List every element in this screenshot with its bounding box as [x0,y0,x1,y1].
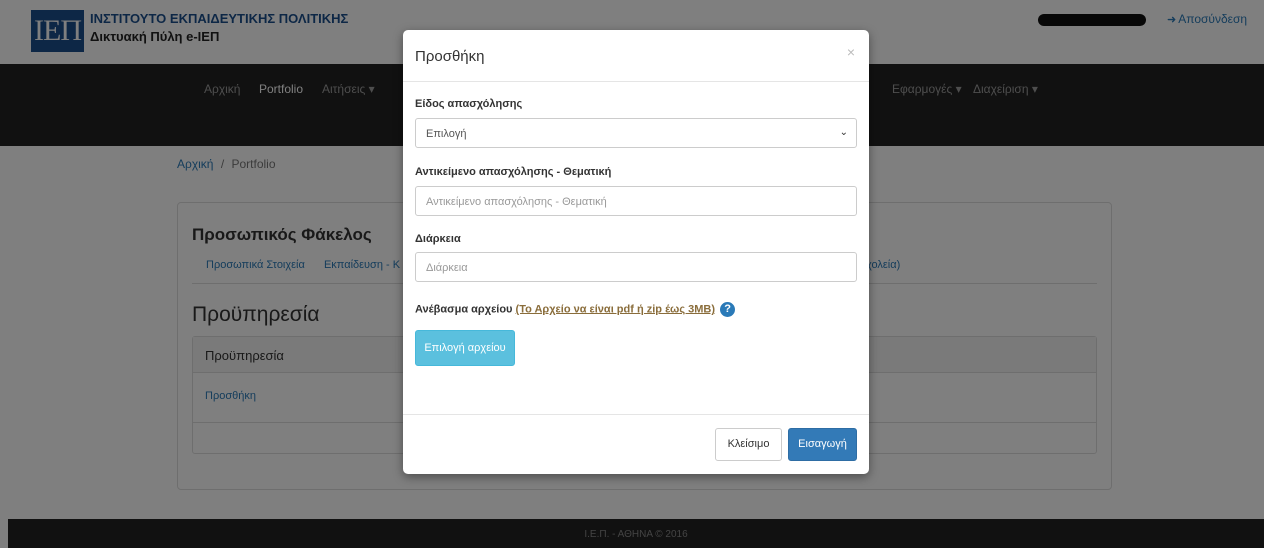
upload-label: Ανέβασμα αρχείου [415,303,513,316]
modal-header: Προσθήκη × [403,30,869,82]
question-circle-icon[interactable]: ? [720,302,736,317]
upload-label-row: Ανέβασμα αρχείου (Το Αρχείο να είναι pdf… [415,302,736,317]
duration-placeholder: Διάρκεια [426,262,468,274]
duration-input[interactable]: Διάρκεια [415,252,857,282]
submit-button[interactable]: Εισαγωγή [788,428,857,461]
modal-title: Προσθήκη [415,48,485,65]
chevron-down-icon: ⌄ [839,127,848,138]
employment-type-value: Επιλογή [426,128,467,140]
add-experience-modal: Προσθήκη × Είδος απασχόλησης Επιλογή ⌄ Α… [403,30,869,474]
modal-footer-divider [403,414,869,415]
choose-file-button[interactable]: Επιλογή αρχείου [415,330,515,366]
duration-label: Διάρκεια [415,233,461,245]
subject-label: Αντικείμενο απασχόλησης - Θεματική [415,166,612,178]
subject-input[interactable]: Αντικείμενο απασχόλησης - Θεματική [415,186,857,216]
subject-placeholder: Αντικείμενο απασχόλησης - Θεματική [426,196,607,208]
close-button[interactable]: Κλείσιμο [715,428,782,461]
upload-hint-link[interactable]: (Το Αρχείο να είναι pdf ή zip έως 3MB) [516,303,715,315]
employment-type-select[interactable]: Επιλογή ⌄ [415,118,857,148]
employment-type-label: Είδος απασχόλησης [415,98,523,110]
close-icon[interactable]: × [847,44,855,60]
